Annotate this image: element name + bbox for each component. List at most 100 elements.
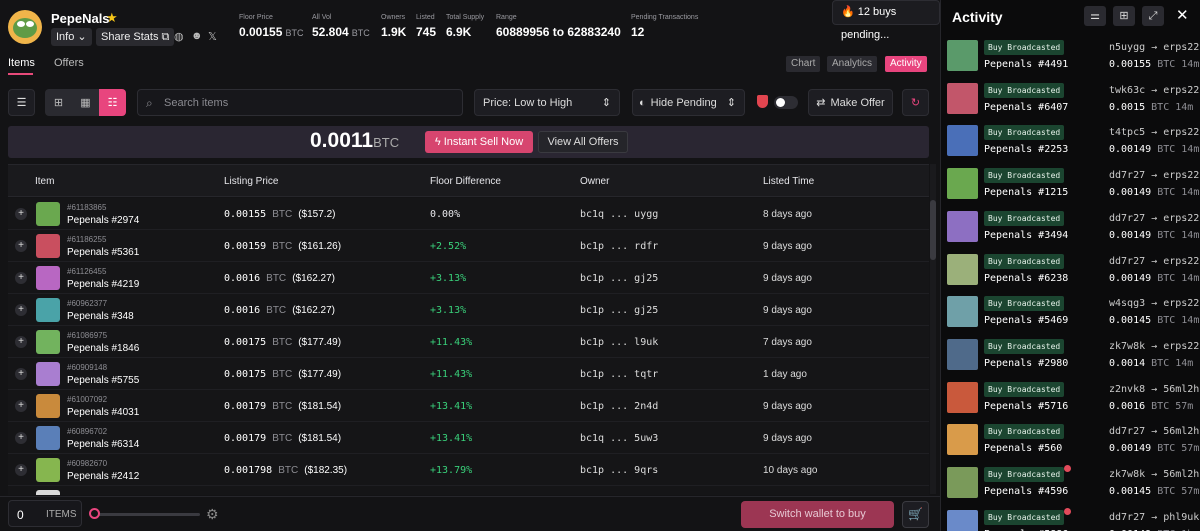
item-thumbnail[interactable] [36,234,60,258]
tab-items[interactable]: Items [8,57,35,69]
owner-address[interactable]: bc1p ... gj25 [580,305,658,316]
item-thumbnail[interactable] [36,202,60,226]
search-input[interactable]: ⌕ Search items [137,89,463,116]
activity-filter-button[interactable]: ⚌ [1084,6,1106,26]
activity-thumbnail[interactable] [947,253,978,285]
activity-item[interactable]: Buy BroadcastedPepenals #5886dd7r27 → ph… [941,507,1200,531]
sweep-slider-handle[interactable] [89,508,100,519]
activity-item-name[interactable]: Pepenals #2980 [984,358,1068,369]
activity-item[interactable]: Buy Broadcasted Pepenals #5716 z2nvk8 → 56… [941,380,1200,423]
item-count-input[interactable]: 0 ITEMS [8,500,82,527]
owner-address[interactable]: bc1p ... l9uk [580,337,658,348]
table-row[interactable]: + #60896702 Pepenals #6314 0.00179 BTC ($18… [8,422,929,454]
item-name[interactable]: Pepenals #5361 [67,247,139,258]
add-to-cart-icon[interactable]: + [15,368,27,380]
sort-dropdown[interactable]: Price: Low to High ⇕ [474,89,620,116]
owner-address[interactable]: bc1p ... rdfr [580,241,658,252]
info-dropdown[interactable]: Info ⌄ [51,28,92,46]
cart-button[interactable]: 🛒 [902,501,929,528]
favorite-star-icon[interactable]: ★ [106,10,118,26]
activity-item[interactable]: Buy Broadcasted Pepenals #6238 dd7r27 → er… [941,252,1200,295]
add-to-cart-icon[interactable]: + [15,336,27,348]
item-name[interactable]: Pepenals #6314 [67,439,139,450]
item-name[interactable]: Pepenals #2974 [67,215,139,226]
activity-thumbnail[interactable] [947,424,978,456]
list-view-button[interactable]: ☷ [99,89,126,116]
add-to-cart-icon[interactable]: + [15,432,27,444]
pending-buys-banner[interactable]: 🔥 12 buys pending... [832,0,940,41]
activity-item-name[interactable]: Pepenals #6238 [984,273,1068,284]
item-name[interactable]: Pepenals #348 [67,311,134,322]
add-to-cart-icon[interactable]: + [15,240,27,252]
owner-address[interactable]: bc1p ... 9qrs [580,465,658,476]
activity-expand-button[interactable]: ⤢ [1142,6,1164,26]
col-item[interactable]: Item [35,176,54,187]
owner-address[interactable]: bc1q ... 5uw3 [580,433,658,444]
activity-thumbnail[interactable] [947,296,978,328]
activity-thumbnail[interactable] [947,381,978,413]
globe-icon[interactable]: ◍ [174,30,184,43]
grid-small-view-button[interactable]: ▦ [72,89,99,116]
activity-grid-button[interactable]: ⊞ [1113,6,1135,26]
add-to-cart-icon[interactable]: + [15,400,27,412]
add-to-cart-icon[interactable]: + [15,272,27,284]
item-thumbnail[interactable] [36,362,60,386]
activity-item-name[interactable]: Pepenals #4491 [984,59,1068,70]
item-thumbnail[interactable] [36,394,60,418]
activity-item[interactable]: Buy Broadcasted Pepenals #4596 zk7w8k → 56… [941,465,1200,508]
owner-address[interactable]: bc1p ... 2n4d [580,401,658,412]
activity-item-name[interactable]: Pepenals #5469 [984,315,1068,326]
activity-item-name[interactable]: Pepenals #1215 [984,187,1068,198]
activity-item-name[interactable]: Pepenals #560 [984,443,1062,454]
hide-pending-dropdown[interactable]: ◐ Hide Pending ⇕ [632,89,745,116]
owner-address[interactable]: bc1p ... gj25 [580,273,658,284]
activity-item-name[interactable]: Pepenals #4596 [984,486,1068,497]
item-name[interactable]: Pepenals #4031 [67,407,139,418]
table-scrollbar-thumb[interactable] [930,200,936,260]
item-name[interactable]: Pepenals #4219 [67,279,139,290]
add-to-cart-icon[interactable]: + [15,464,27,476]
view-all-offers-button[interactable]: View All Offers [538,131,628,153]
item-name[interactable]: Pepenals #1846 [67,343,139,354]
activity-item[interactable]: Buy Broadcasted Pepenals #5469 w4sqg3 → er… [941,294,1200,337]
tab-analytics[interactable]: Analytics [827,56,878,72]
grid-large-view-button[interactable]: ⊞ [45,89,72,116]
col-listed-time[interactable]: Listed Time [763,176,814,187]
table-row[interactable]: + #61126455 Pepenals #4219 0.0016 BTC ($162… [8,262,929,294]
add-to-cart-icon[interactable]: + [15,208,27,220]
activity-item[interactable]: Buy Broadcasted Pepenals #2253 t4tpc5 → er… [941,123,1200,166]
item-thumbnail[interactable] [36,266,60,290]
activity-item-name[interactable]: Pepenals #2253 [984,144,1068,155]
close-icon[interactable]: ✕ [1176,6,1189,24]
activity-item-name[interactable]: Pepenals #6407 [984,102,1068,113]
activity-item[interactable]: Buy Broadcasted Pepenals #4491 n5uygg → er… [941,38,1200,81]
tab-offers[interactable]: Offers [54,57,84,69]
activity-thumbnail[interactable] [947,210,978,242]
owner-address[interactable]: bc1p ... tqtr [580,369,658,380]
item-thumbnail[interactable] [36,330,60,354]
tab-chart[interactable]: Chart [786,56,821,72]
share-stats-button[interactable]: Share Stats ⧉ [96,28,175,46]
tab-activity[interactable]: Activity [885,56,927,72]
activity-item[interactable]: Buy Broadcasted Pepenals #3494 dd7r27 → er… [941,209,1200,252]
settings-gear-icon[interactable]: ⚙ [206,506,219,523]
sweep-slider-track[interactable] [91,513,200,516]
activity-thumbnail[interactable] [947,509,978,531]
table-row[interactable]: + #61183865 Pepenals #2974 0.00155 BTC ($15… [8,198,929,230]
item-thumbnail[interactable] [36,426,60,450]
col-floor-difference[interactable]: Floor Difference [430,176,501,187]
table-row[interactable]: + #61007092 Pepenals #4031 0.00179 BTC ($18… [8,390,929,422]
activity-thumbnail[interactable] [947,40,978,71]
discord-icon[interactable]: ☻ [191,30,203,42]
item-thumbnail[interactable] [36,298,60,322]
verified-toggle[interactable] [774,96,798,109]
activity-thumbnail[interactable] [947,82,978,114]
table-row[interactable]: + [8,486,929,495]
filter-button[interactable]: ☰ [8,89,35,116]
instant-sell-button[interactable]: ϟ Instant Sell Now [425,131,533,153]
activity-item[interactable]: Buy Broadcasted Pepenals #1215 dd7r27 → er… [941,166,1200,209]
owner-address[interactable]: bc1q ... uygg [580,209,658,220]
x-twitter-icon[interactable]: 𝕏 [208,30,217,43]
activity-thumbnail[interactable] [947,168,978,200]
activity-item[interactable]: Buy Broadcasted Pepenals #2980 zk7w8k → er… [941,337,1200,380]
